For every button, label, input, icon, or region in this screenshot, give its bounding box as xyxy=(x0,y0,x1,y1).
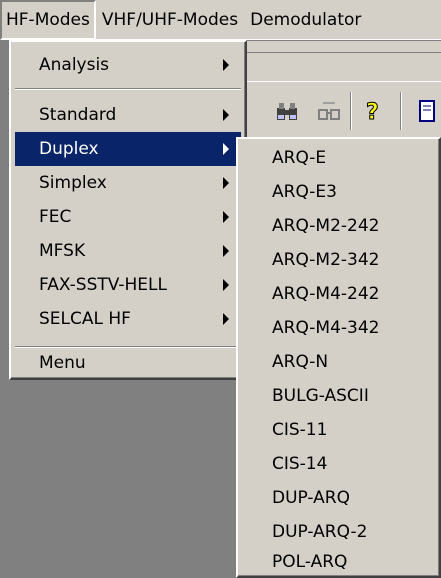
submenu-arrow-icon xyxy=(223,109,229,121)
toolbar-separator xyxy=(350,92,352,130)
menu-item-simplex[interactable]: Simplex xyxy=(15,166,241,200)
submenu-item-label: DUP-ARQ-2 xyxy=(272,522,368,542)
menu-item-duplex[interactable]: Duplex xyxy=(15,132,241,166)
menu-item-label: Analysis xyxy=(39,55,110,75)
submenu-item-label: DUP-ARQ xyxy=(272,488,350,508)
submenu-item-arq-m2-342[interactable]: ARQ-M2-342 xyxy=(242,243,439,277)
menu-item-label: Menu xyxy=(39,353,86,373)
menu-item-label: Simplex xyxy=(39,173,107,193)
submenu-item-label: POL-ARQ xyxy=(272,552,348,572)
submenu-item-label: BULG-ASCII xyxy=(272,386,369,406)
window-icon[interactable] xyxy=(412,92,440,130)
submenu-item-label: ARQ-E xyxy=(272,148,327,168)
submenu-arrow-icon xyxy=(223,279,229,291)
submenu-item-arq-m4-242[interactable]: ARQ-M4-242 xyxy=(242,277,439,311)
submenu-item-arq-n[interactable]: ARQ-N xyxy=(242,345,439,379)
submenu-item-label: ARQ-M4-242 xyxy=(272,284,380,304)
svg-text:?: ? xyxy=(366,100,379,124)
toolbar-separator xyxy=(400,92,402,130)
submenu-item-label: ARQ-N xyxy=(272,352,329,372)
menu-item-fec[interactable]: FEC xyxy=(15,200,241,234)
submenu-item-cis-11[interactable]: CIS-11 xyxy=(242,413,439,447)
submenu-item-arq-m4-342[interactable]: ARQ-M4-342 xyxy=(242,311,439,345)
menu-item-fax-sstv-hell[interactable]: FAX-SSTV-HELL xyxy=(15,268,241,302)
submenu-arrow-icon xyxy=(223,313,229,325)
submenu-item-pol-arq[interactable]: POL-ARQ xyxy=(242,545,439,578)
menu-hf-modes-label: HF-Modes xyxy=(6,10,90,30)
submenu-item-cis-14[interactable]: CIS-14 xyxy=(242,447,439,481)
application-window: HF-Modes VHF/UHF-Modes Demodulator ? Ana… xyxy=(0,0,441,578)
menu-item-mfsk[interactable]: MFSK xyxy=(15,234,241,268)
glasses-icon[interactable] xyxy=(312,92,346,130)
menu-vhf-uhf-modes[interactable]: VHF/UHF-Modes xyxy=(96,0,244,40)
submenu-item-label: ARQ-M2-342 xyxy=(272,250,380,270)
menu-demodulator[interactable]: Demodulator xyxy=(244,0,367,40)
submenu-item-bulg-ascii[interactable]: BULG-ASCII xyxy=(242,379,439,413)
menu-item-analysis[interactable]: Analysis xyxy=(15,48,241,82)
menu-item-label: FAX-SSTV-HELL xyxy=(39,275,167,295)
submenu-item-label: CIS-14 xyxy=(272,454,328,474)
submenu-item-arq-m2-242[interactable]: ARQ-M2-242 xyxy=(242,209,439,243)
menu-item-selcal-hf[interactable]: SELCAL HF xyxy=(15,302,241,336)
hf-modes-menu: Analysis Standard Duplex Simplex FEC MFS… xyxy=(9,40,247,380)
toolbar-strip xyxy=(238,52,441,82)
submenu-arrow-icon xyxy=(223,211,229,223)
menu-item-label: Duplex xyxy=(39,139,99,159)
menu-item-label: FEC xyxy=(39,207,72,227)
submenu-item-arq-e[interactable]: ARQ-E xyxy=(242,141,439,175)
menu-hf-modes[interactable]: HF-Modes xyxy=(0,0,96,40)
submenu-arrow-icon xyxy=(223,59,229,71)
menu-vhf-uhf-modes-label: VHF/UHF-Modes xyxy=(101,10,239,30)
menu-separator xyxy=(15,88,241,90)
menu-demodulator-label: Demodulator xyxy=(250,10,362,30)
menu-item-label: SELCAL HF xyxy=(39,309,131,329)
submenu-item-arq-e3[interactable]: ARQ-E3 xyxy=(242,175,439,209)
menu-bar: HF-Modes VHF/UHF-Modes Demodulator xyxy=(0,0,441,40)
menu-item-label: MFSK xyxy=(39,241,86,261)
menu-item-label: Standard xyxy=(39,105,117,125)
menu-item-standard[interactable]: Standard xyxy=(15,98,241,132)
submenu-item-label: ARQ-M4-342 xyxy=(272,318,380,338)
duplex-submenu: ARQ-E ARQ-E3 ARQ-M2-242 ARQ-M2-342 ARQ-M… xyxy=(236,137,441,578)
help-icon[interactable]: ? xyxy=(356,92,390,130)
submenu-arrow-icon xyxy=(223,143,229,155)
binoculars-icon[interactable] xyxy=(270,92,304,130)
submenu-item-dup-arq-2[interactable]: DUP-ARQ-2 xyxy=(242,515,439,549)
submenu-item-dup-arq[interactable]: DUP-ARQ xyxy=(242,481,439,515)
submenu-item-label: ARQ-E3 xyxy=(272,182,337,202)
submenu-item-label: ARQ-M2-242 xyxy=(272,216,380,236)
submenu-arrow-icon xyxy=(223,245,229,257)
submenu-item-label: CIS-11 xyxy=(272,420,328,440)
menu-item-menu[interactable]: Menu xyxy=(15,346,241,380)
submenu-arrow-icon xyxy=(223,177,229,189)
